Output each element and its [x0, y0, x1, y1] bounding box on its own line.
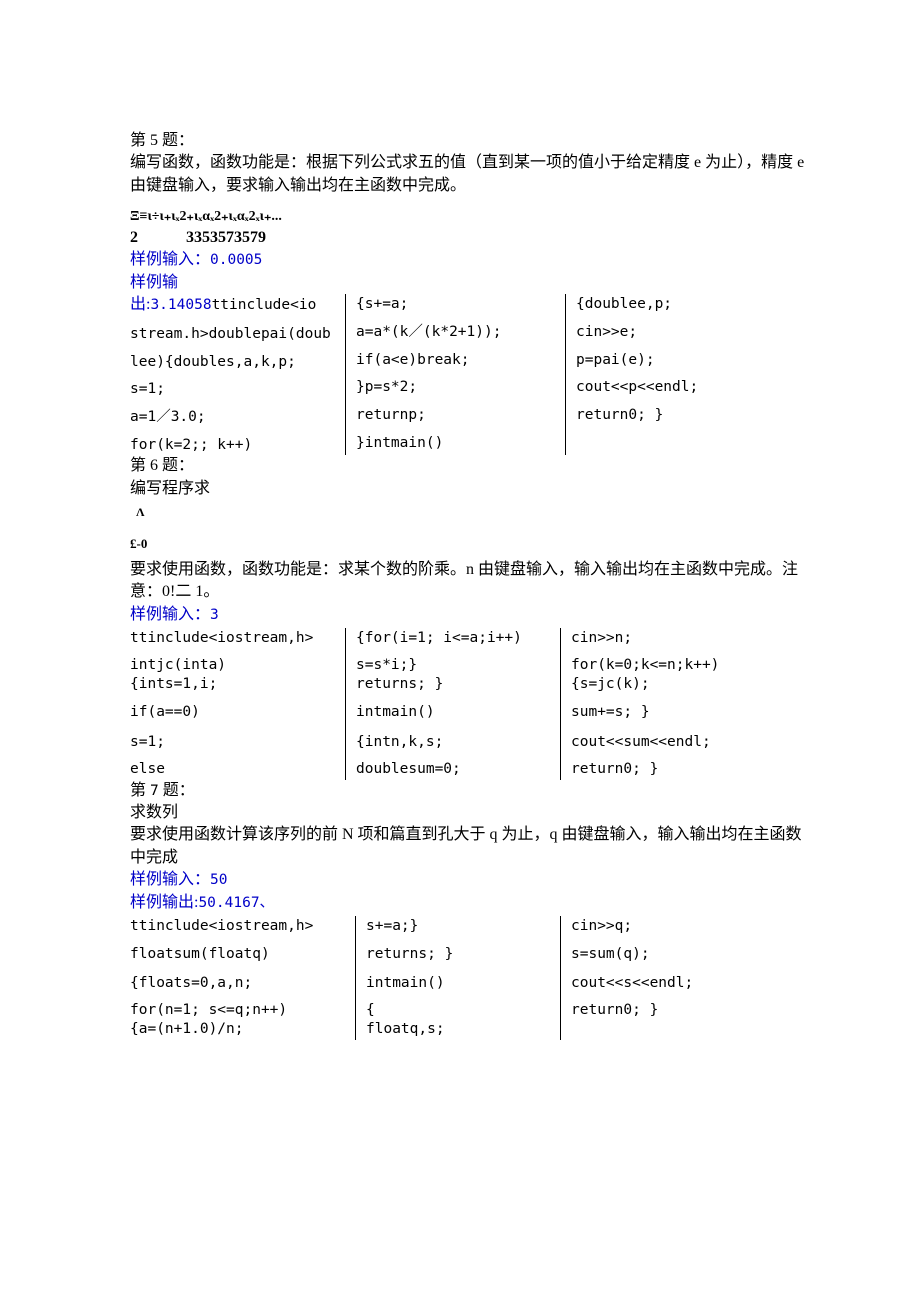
- q7-sample-in-val: 50: [210, 872, 227, 888]
- q5-c2-l5: }intmain(): [356, 433, 565, 453]
- q5-c2-l0: {s+=a;: [356, 294, 565, 314]
- q7-sample-out-label: 样例输出:: [130, 894, 198, 911]
- q6-c3-l3: sum+=s; }: [571, 702, 785, 722]
- q6-heading: 第 6 题：: [130, 455, 810, 477]
- q5-c1-l1: stream.h>doublepai(doub: [130, 324, 345, 344]
- q5-c1-l0: ttinclude<io: [212, 297, 317, 313]
- q6-c2-l4: {intn,k,s;: [356, 732, 560, 752]
- q7-c1-l1: floatsum(floatq): [130, 944, 355, 964]
- q7-c3-l3: return0; }: [571, 1001, 785, 1021]
- q5-code-block: 出:3.14058ttinclude<io stream.h>doublepai…: [130, 294, 810, 455]
- q7-c3-l0: cin>>q;: [571, 916, 785, 936]
- q7-c1-l0: ttinclude<iostream,h>: [130, 916, 355, 936]
- q5-c2-l3: }p=s*2;: [356, 377, 565, 397]
- q7-code-block: ttinclude<iostream,h> floatsum(floatq) {…: [130, 916, 810, 1040]
- q7-heading-pre: 第: [130, 782, 150, 799]
- q6-c2-l3: intmain(): [356, 702, 560, 722]
- q6-c3-l5: return0; }: [571, 759, 785, 779]
- q7-c2-l1: returns; }: [366, 944, 560, 964]
- q5-c1-l3: s=1;: [130, 379, 345, 399]
- q6-code-block: ttinclude<iostream,h> intjc(inta) {ints=…: [130, 628, 810, 779]
- q6-c1-l4: s=1;: [130, 732, 345, 752]
- q6-symbol-2: £-0: [130, 535, 810, 553]
- q5-sample-input: 样例输入：0.0005: [130, 249, 810, 271]
- q6-c3-l4: cout<<sum<<endl;: [571, 732, 785, 752]
- q6-c3-l2: {s=jc(k);: [571, 675, 785, 695]
- q5-desc: 编写函数，函数功能是：根据下列公式求五的值（直到某一项的值小于给定精度 e 为止…: [130, 152, 810, 197]
- q5-c1-l5: for(k=2;; k++): [130, 435, 345, 455]
- q7-c1-l3: for(n=1; s<=q;n++): [130, 1001, 355, 1021]
- q6-c2-l0: {for(i=1; i<=a;i++): [356, 628, 560, 648]
- q6-c1-l5: else: [130, 759, 345, 779]
- q7-c2-l3: {: [366, 1001, 560, 1021]
- q7-c1-l2: {floats=0,a,n;: [130, 973, 355, 993]
- q6-c3-l0: cin>>n;: [571, 628, 785, 648]
- q5-formula-line1: Ξ≡ι÷ι₊ιₓ2₊ιₓαₓ2₊ιₓαₓ2ₓι₊...: [130, 207, 810, 227]
- q6-c1-l2: {ints=1,i;: [130, 675, 345, 695]
- q6-c2-l2: returns; }: [356, 675, 560, 695]
- q5-c1-l2: lee){doubles,a,k,p;: [130, 352, 345, 372]
- q7-heading-post: 题：: [159, 782, 195, 799]
- q7-c3-l2: cout<<s<<endl;: [571, 973, 785, 993]
- q5-c2-l4: returnp;: [356, 405, 565, 425]
- q7-c1-l4: {a=(n+1.0)/n;: [130, 1020, 355, 1040]
- q6-c2-l1: s=s*i;}: [356, 656, 560, 676]
- q6-line1: 编写程序求: [130, 478, 810, 500]
- q6-sample-in-label: 样例输入：: [130, 606, 210, 623]
- q5-c1-l4: a=1／3.0;: [130, 407, 345, 427]
- q6-symbol-1: Λ: [136, 504, 810, 521]
- q5-sample-out-val: 3.14058: [150, 297, 211, 313]
- q5-formula-line2: 2 3353573579: [130, 227, 810, 249]
- q7-c2-l4: floatq,s;: [366, 1020, 560, 1040]
- q7-heading-num: 7: [150, 783, 159, 799]
- q5-sample-in-val: 0.0005: [210, 252, 262, 268]
- q5-c3-l4: return0; }: [576, 405, 785, 425]
- q5-heading: 第 5 题：: [130, 130, 810, 152]
- q5-c2-l2: if(a<e)break;: [356, 350, 565, 370]
- q7-heading: 第 7 题：: [130, 780, 810, 802]
- q7-line1: 求数列: [130, 802, 810, 824]
- q6-sample-input: 样例输入：3: [130, 604, 810, 626]
- q5-sample-out-label-a: 样例输: [130, 272, 810, 294]
- q6-c1-l3: if(a==0): [130, 702, 345, 722]
- q5-c3-l2: p=pai(e);: [576, 350, 785, 370]
- q5-sample-in-label: 样例输入：: [130, 251, 210, 268]
- q7-sample-out-val: 50.4167、: [198, 895, 274, 911]
- q5-c3-l1: cin>>e;: [576, 322, 785, 342]
- q6-c1-l0: ttinclude<iostream,h>: [130, 628, 345, 648]
- q7-sample-input: 样例输入：50: [130, 869, 810, 891]
- q7-sample-output: 样例输出:50.4167、: [130, 892, 810, 914]
- q7-c3-l1: s=sum(q);: [571, 944, 785, 964]
- q5-c3-l0: {doublee,p;: [576, 294, 785, 314]
- q6-c1-l1: intjc(inta): [130, 656, 345, 676]
- q6-desc: 要求使用函数，函数功能是：求某个数的阶乘。n 由键盘输入，输入输出均在主函数中完…: [130, 559, 810, 604]
- q5-sample-out-label-b: 出:: [130, 296, 150, 313]
- q7-c2-l0: s+=a;}: [366, 916, 560, 936]
- q7-sample-in-label: 样例输入：: [130, 871, 210, 888]
- q7-c2-l2: intmain(): [366, 973, 560, 993]
- q7-desc: 要求使用函数计算该序列的前 N 项和篇直到孔大于 q 为止，q 由键盘输入，输入…: [130, 824, 810, 869]
- q6-sample-in-val: 3: [210, 607, 219, 623]
- q6-c3-l1: for(k=0;k<=n;k++): [571, 656, 785, 676]
- q5-c3-l3: cout<<p<<endl;: [576, 377, 785, 397]
- q6-c2-l5: doublesum=0;: [356, 759, 560, 779]
- q5-c2-l1: a=a*(k／(k*2+1));: [356, 322, 565, 342]
